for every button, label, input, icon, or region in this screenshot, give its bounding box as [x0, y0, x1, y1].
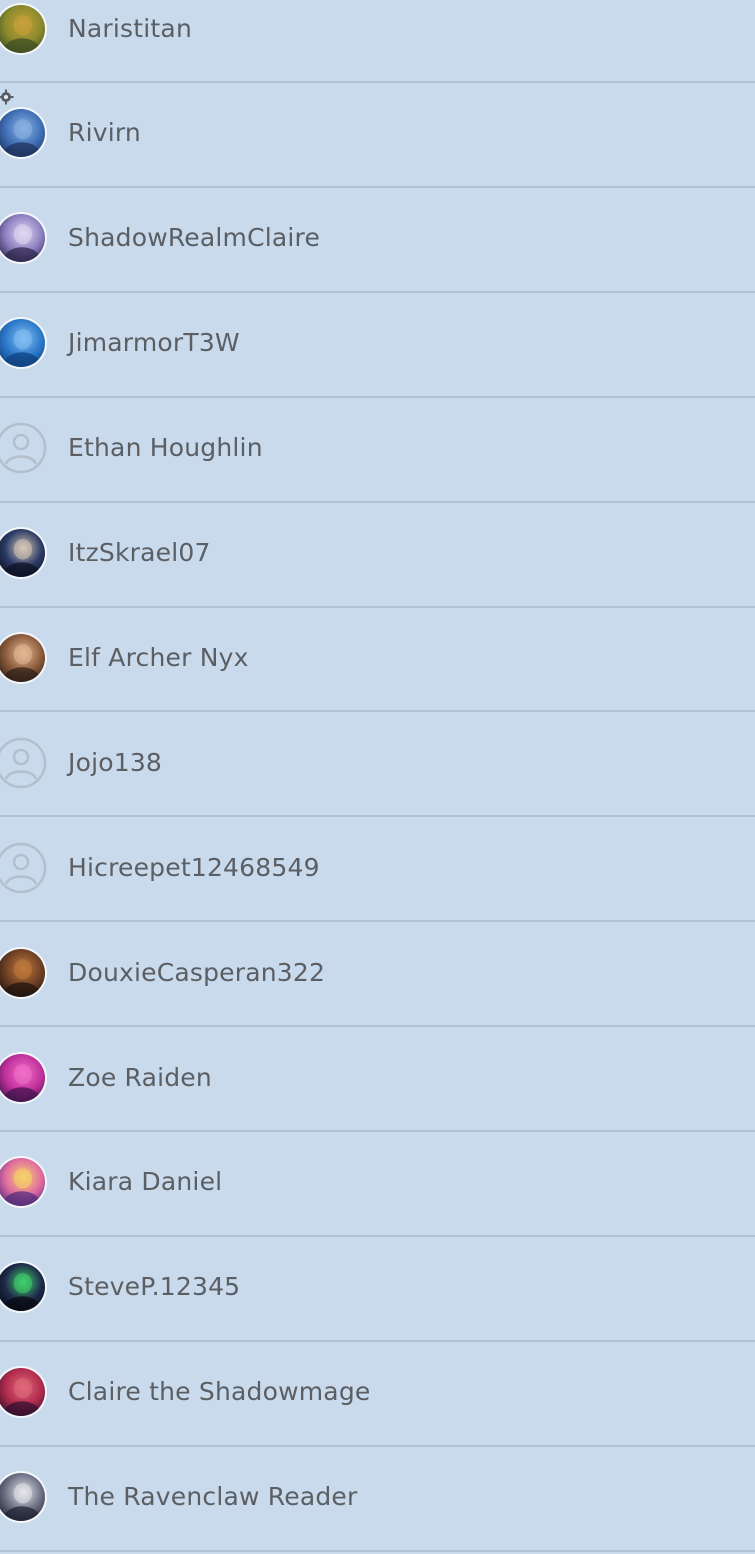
user-list-item[interactable]: SteveP.12345 — [0, 1239, 755, 1342]
user-avatar[interactable] — [0, 1471, 47, 1524]
username-label[interactable]: Rivirn — [68, 119, 141, 148]
username-label[interactable]: The Ravenclaw Reader — [68, 1482, 358, 1511]
user-avatar[interactable] — [0, 2, 47, 55]
gear-icon — [0, 89, 14, 105]
username-label[interactable]: ShadowRealmClaire — [68, 223, 320, 252]
user-list-item[interactable]: ShadowRealmClaire — [0, 190, 755, 293]
default-avatar-icon[interactable] — [0, 842, 47, 894]
user-list-item[interactable]: JimarmorT3W — [0, 295, 755, 398]
username-label[interactable]: Naristitan — [68, 14, 192, 43]
user-avatar[interactable] — [0, 1261, 47, 1314]
user-avatar[interactable] — [0, 317, 47, 370]
default-avatar-icon[interactable] — [0, 422, 47, 474]
username-label[interactable]: Hicreepet12468549 — [68, 853, 320, 882]
username-label[interactable]: Zoe Raiden — [68, 1063, 212, 1092]
default-avatar-icon[interactable] — [0, 737, 47, 789]
user-list-item[interactable]: The Ravenclaw Reader — [0, 1449, 755, 1552]
username-label[interactable]: Jojo138 — [68, 748, 162, 777]
user-avatar[interactable] — [0, 946, 47, 999]
user-list-item[interactable]: ItzSkrael07 — [0, 505, 755, 608]
user-avatar[interactable] — [0, 631, 47, 684]
username-label[interactable]: ItzSkrael07 — [68, 538, 211, 567]
user-list: Naristitan Rivirn ShadowRealmClaire Jimarmo… — [0, 0, 755, 1554]
username-label[interactable]: Elf Archer Nyx — [68, 643, 249, 672]
username-label[interactable]: Claire the Shadowmage — [68, 1377, 370, 1406]
user-list-item[interactable]: Ethan Houghlin — [0, 400, 755, 503]
user-list-item[interactable]: Kiara Daniel — [0, 1134, 755, 1237]
user-avatar[interactable] — [0, 1156, 47, 1209]
username-label[interactable]: DouxieCasperan322 — [68, 958, 325, 987]
user-list-item[interactable]: Claire the Shadowmage — [0, 1344, 755, 1447]
username-label[interactable]: JimarmorT3W — [68, 328, 240, 357]
user-list-item[interactable]: Zoe Raiden — [0, 1029, 755, 1132]
user-avatar[interactable] — [0, 107, 47, 160]
user-avatar[interactable] — [0, 212, 47, 265]
user-list-item[interactable]: DouxieCasperan322 — [0, 924, 755, 1028]
user-list-item[interactable]: Hicreepet12468549 — [0, 819, 755, 923]
user-list-item[interactable]: Jojo138 — [0, 714, 755, 818]
user-avatar[interactable] — [0, 1366, 47, 1419]
username-label[interactable]: SteveP.12345 — [68, 1272, 240, 1301]
user-avatar[interactable] — [0, 527, 47, 579]
user-list-item[interactable]: Rivirn — [0, 85, 755, 188]
username-label[interactable]: Kiara Daniel — [68, 1168, 222, 1197]
username-label[interactable]: Ethan Houghlin — [68, 433, 263, 462]
user-avatar[interactable] — [0, 1051, 47, 1104]
user-list-item[interactable]: Elf Archer Nyx — [0, 609, 755, 713]
user-list-item[interactable]: Naristitan — [0, 0, 755, 83]
